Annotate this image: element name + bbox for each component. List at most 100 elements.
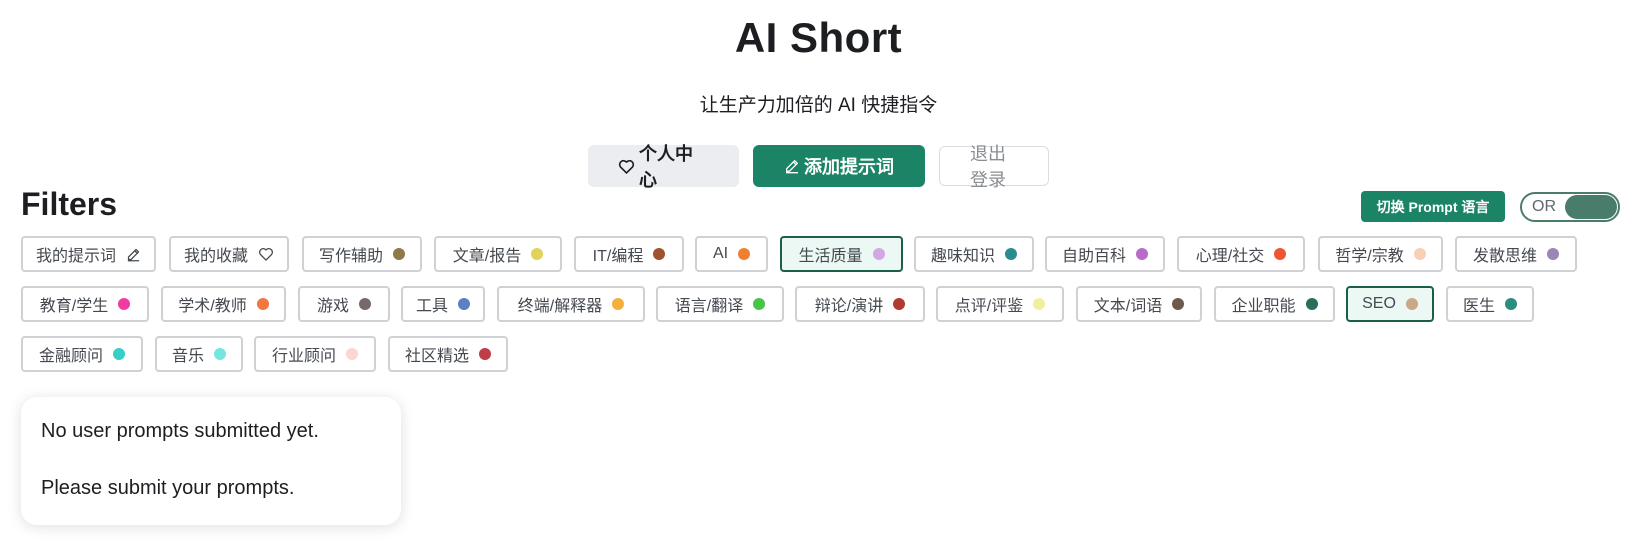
toggle-label: OR: [1532, 198, 1556, 215]
tag-color-dot: [1413, 248, 1426, 260]
filter-tag-label: 点评/评鉴: [954, 298, 1024, 315]
tag-color-dot: [214, 348, 226, 360]
empty-state-line-1: No user prompts submitted yet.: [41, 420, 319, 442]
tag-color-dot: [872, 248, 885, 260]
filter-tag-label: 学术/教师: [178, 298, 247, 315]
filters-heading: Filters: [21, 186, 118, 222]
tag-color-dot: [256, 298, 269, 310]
filter-tag-label: 我的提示词: [35, 248, 116, 265]
tag-color-dot: [479, 348, 491, 360]
header-buttons: 个人中心 添加提示词 退出登录: [0, 144, 1637, 190]
filter-tag-label: 企业职能: [1231, 298, 1296, 315]
tag-color-dot: [753, 298, 766, 310]
filter-tag[interactable]: 语言/翻译: [656, 286, 784, 322]
filter-tag[interactable]: 我的收藏: [169, 236, 289, 272]
pencil-icon: [784, 158, 800, 174]
filter-tag[interactable]: 心理/社交: [1177, 236, 1305, 272]
filter-tag[interactable]: 我的提示词: [21, 236, 156, 272]
add-prompt-button[interactable]: 添加提示词: [753, 145, 925, 187]
filter-tag[interactable]: 生活质量: [780, 236, 903, 272]
filter-tag-label: 写作辅助: [318, 248, 383, 265]
filter-tag[interactable]: 文章/报告: [434, 236, 562, 272]
tag-color-dot: [1547, 248, 1559, 260]
tag-color-dot: [893, 298, 906, 310]
filter-tag[interactable]: 医生: [1446, 286, 1534, 322]
filter-tag[interactable]: 金融顾问: [21, 336, 143, 372]
tag-color-dot: [738, 248, 751, 260]
tag-color-dot: [118, 298, 131, 310]
filter-tag-label: 辩论/演讲: [814, 298, 884, 315]
filter-tag-label: 医生: [1462, 298, 1495, 315]
profile-button-label: 个人中心: [639, 144, 693, 190]
tag-color-dot: [531, 248, 544, 260]
profile-button[interactable]: 个人中心: [588, 144, 739, 190]
tag-color-dot: [113, 348, 125, 360]
heart-icon: [618, 159, 635, 174]
filter-tag-label: 游戏: [316, 298, 349, 315]
filter-tag-label: 哲学/宗教: [1335, 248, 1404, 265]
filter-tag-label: 行业顾问: [271, 348, 336, 365]
filter-tag[interactable]: 工具: [401, 286, 485, 322]
tag-color-dot: [1136, 248, 1148, 260]
tag-color-dot: [1005, 248, 1017, 260]
tag-color-dot: [393, 248, 405, 260]
filter-tag-label: AI: [712, 245, 729, 262]
filter-tag[interactable]: 文本/词语: [1076, 286, 1202, 322]
filter-tag-label: 发散思维: [1472, 248, 1537, 265]
tag-color-dot: [1405, 298, 1418, 310]
tag-color-dot: [1172, 298, 1185, 310]
filter-tag[interactable]: 社区精选: [388, 336, 508, 372]
filter-tag[interactable]: SEO: [1346, 286, 1434, 322]
filter-tag[interactable]: 发散思维: [1455, 236, 1577, 272]
logout-button[interactable]: 退出登录: [939, 144, 1049, 190]
heart-icon: [258, 247, 274, 261]
add-prompt-button-label: 添加提示词: [804, 157, 894, 177]
filter-tag[interactable]: 终端/解释器: [497, 286, 645, 322]
tag-color-dot: [612, 298, 625, 310]
filter-tag[interactable]: AI: [695, 236, 768, 272]
filter-tag-label: 社区精选: [404, 348, 469, 365]
tag-color-dot: [1274, 248, 1287, 260]
tag-color-dot: [1505, 298, 1517, 310]
empty-state-line-2: Please submit your prompts.: [41, 477, 295, 499]
filter-tag[interactable]: 趣味知识: [914, 236, 1034, 272]
filter-tag-label: 自助百科: [1061, 248, 1126, 265]
filter-tag-label: 文章/报告: [452, 248, 522, 265]
filter-tag-label: 语言/翻译: [674, 298, 744, 315]
or-and-toggle[interactable]: OR: [1520, 192, 1620, 222]
filter-tag[interactable]: 企业职能: [1214, 286, 1335, 322]
filter-tag-label: 教育/学生: [39, 298, 109, 315]
filter-tag-label: SEO: [1362, 295, 1396, 312]
empty-state-card: No user prompts submitted yet. Please su…: [21, 397, 401, 525]
filter-tag-label: 文本/词语: [1093, 298, 1163, 315]
filter-tag-label: 生活质量: [798, 248, 863, 265]
filter-tag[interactable]: 游戏: [298, 286, 390, 322]
tag-color-dot: [1033, 298, 1046, 310]
filter-tag[interactable]: 学术/教师: [161, 286, 286, 322]
filter-tag[interactable]: 辩论/演讲: [795, 286, 925, 322]
filter-tag-label: 工具: [415, 298, 448, 315]
filter-tag[interactable]: 音乐: [155, 336, 243, 372]
page-title: AI Short: [734, 14, 903, 61]
filter-tag-label: IT/编程: [592, 248, 644, 265]
tag-color-dot: [1305, 298, 1318, 310]
filter-tag-label: 趣味知识: [930, 248, 995, 265]
filter-tag[interactable]: 自助百科: [1045, 236, 1165, 272]
filter-tag[interactable]: IT/编程: [574, 236, 684, 272]
filter-tag[interactable]: 行业顾问: [254, 336, 376, 372]
tag-color-dot: [346, 348, 358, 360]
filter-tag-label: 金融顾问: [38, 348, 103, 365]
toggle-knob: [1565, 195, 1617, 219]
filter-tag-label: 音乐: [171, 348, 204, 365]
page-subtitle: 让生产力加倍的 AI 快捷指令: [699, 95, 938, 116]
filter-tag[interactable]: 点评/评鉴: [936, 286, 1064, 322]
filter-tag[interactable]: 写作辅助: [302, 236, 422, 272]
filter-tag-label: 终端/解释器: [517, 298, 603, 315]
tag-color-dot: [359, 298, 371, 310]
switch-prompt-language-button[interactable]: 切换 Prompt 语言: [1361, 191, 1505, 222]
tag-color-dot: [653, 248, 666, 260]
filter-tag-label: 我的收藏: [183, 248, 248, 265]
pencil-icon: [126, 247, 141, 262]
filter-tag[interactable]: 教育/学生: [21, 286, 149, 322]
filter-tag[interactable]: 哲学/宗教: [1318, 236, 1443, 272]
